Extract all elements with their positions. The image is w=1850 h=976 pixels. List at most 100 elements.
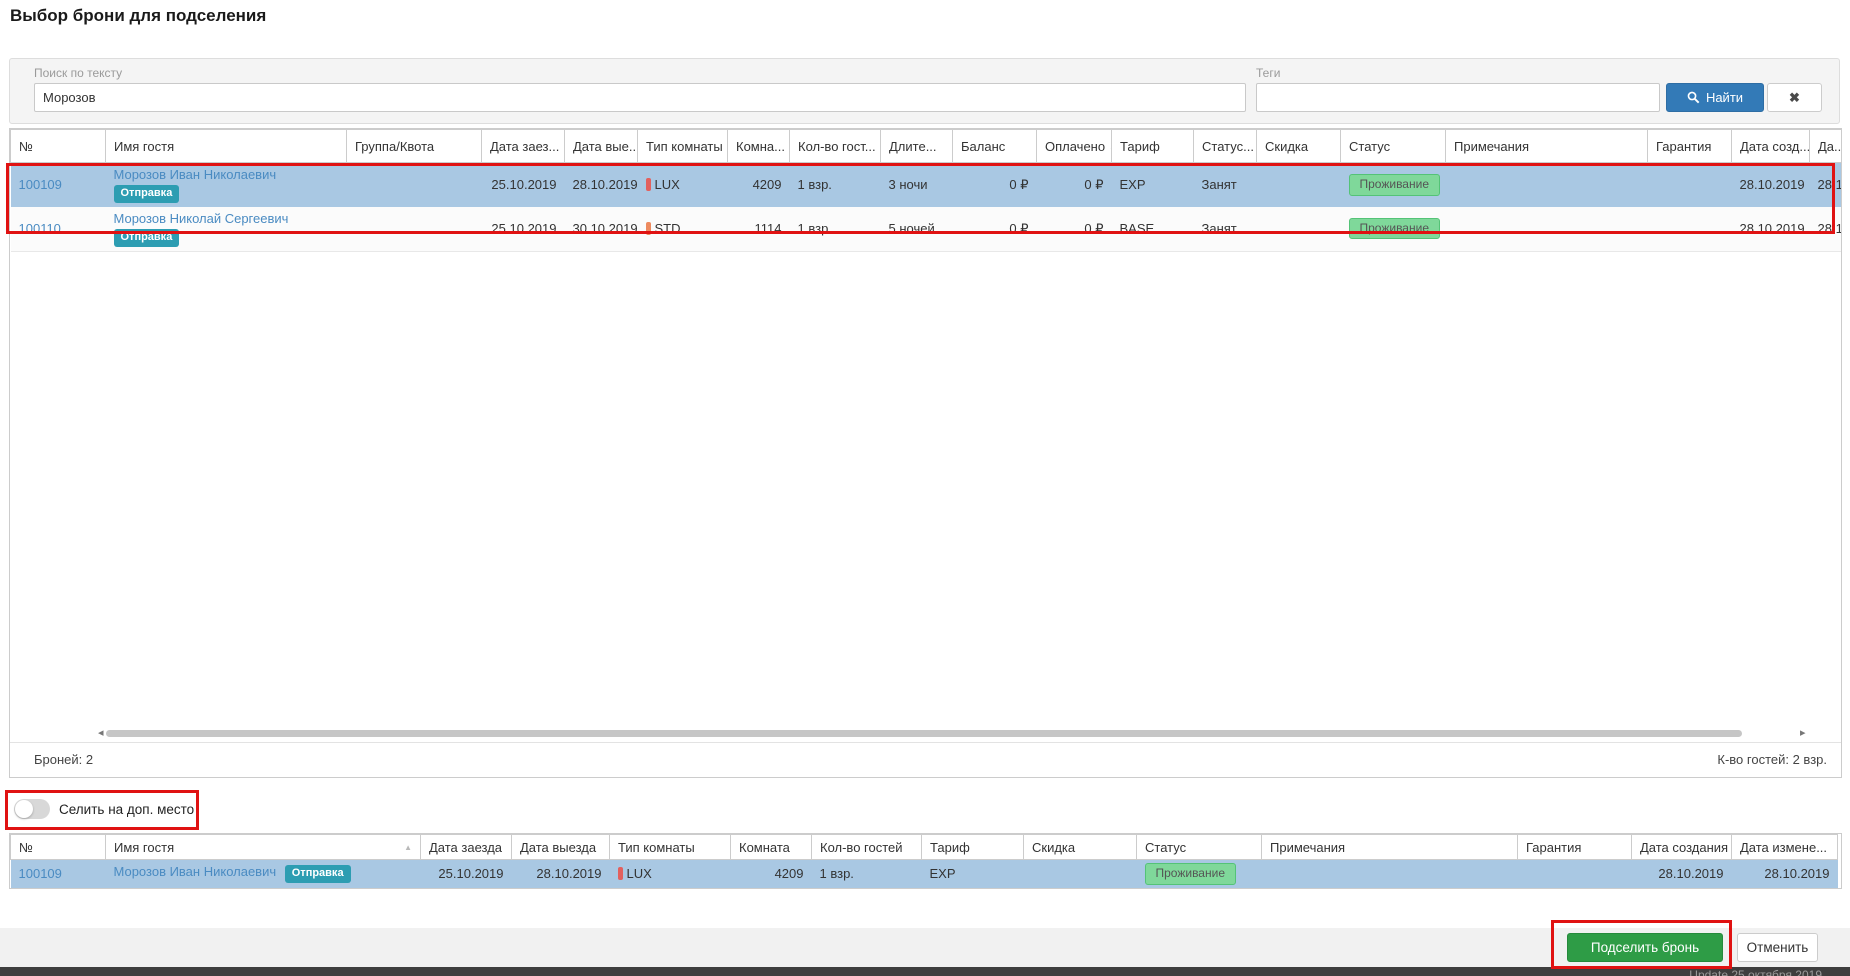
departure-date: 28.10.2019 [512, 860, 610, 888]
extra-bed-toggle[interactable] [14, 799, 50, 819]
room-type: LUX [627, 866, 652, 881]
guests-count: К-во гостей: 2 взр. [1717, 743, 1827, 777]
col-room-type[interactable]: Тип комнаты [610, 835, 731, 860]
scroll-right-icon[interactable]: ▸ [1800, 725, 1806, 741]
guest-count: 1 взр. [812, 860, 922, 888]
duration: 5 ночей [881, 207, 953, 251]
col-room-status[interactable]: Статус... [1194, 130, 1257, 163]
cancel-button[interactable]: Отменить [1737, 933, 1818, 962]
sort-asc-icon: ▲ [404, 843, 412, 852]
modified-date: 28.10.2019 [1810, 207, 1843, 251]
col-departure[interactable]: Дата выезда [512, 835, 610, 860]
send-badge: Отправка [114, 185, 180, 203]
arrival-date: 25.10.2019 [482, 207, 565, 251]
assign-booking-dialog: { "title": "Выбор брони для подселения",… [0, 0, 1850, 976]
stay-status-badge: Проживание [1349, 218, 1441, 240]
col-guest-count[interactable]: Кол-во гостей [812, 835, 922, 860]
paid: 0 ₽ [1037, 207, 1112, 251]
col-arrival[interactable]: Дата заез... [482, 130, 565, 163]
col-tariff[interactable]: Тариф [1112, 130, 1194, 163]
created-date: 28.10.2019 [1632, 860, 1732, 888]
col-guarantee[interactable]: Гарантия [1648, 130, 1732, 163]
col-discount[interactable]: Скидка [1257, 130, 1341, 163]
tariff: EXP [1112, 163, 1194, 207]
col-modified[interactable]: Дата измене... [1732, 835, 1838, 860]
room-type-color-bar [618, 867, 623, 880]
horizontal-scrollbar[interactable]: ◂ ▸ [10, 725, 1841, 742]
tariff: BASE [1112, 207, 1194, 251]
toggle-label: Селить на доп. место [59, 802, 194, 817]
room-number: 4209 [728, 163, 790, 207]
booking-id-link[interactable]: 100109 [19, 177, 62, 192]
balance: 0 ₽ [953, 163, 1037, 207]
duration: 3 ночи [881, 163, 953, 207]
empty-table-area [11, 251, 1843, 685]
col-modified[interactable]: Да... [1810, 130, 1843, 163]
bookings-table: № Имя гостя Группа/Квота Дата заез... Да… [9, 128, 1842, 778]
departure-date: 30.10.2019 [565, 207, 638, 251]
col-guarantee[interactable]: Гарантия [1518, 835, 1632, 860]
room-type-color-bar [646, 222, 651, 235]
arrival-date: 25.10.2019 [421, 860, 512, 888]
booking-row-selected[interactable]: 100109 Морозов Иван Николаевич Отправка … [11, 163, 1843, 207]
created-date: 28.10.2019 [1732, 207, 1810, 251]
col-number[interactable]: № [11, 130, 106, 163]
clear-search-button[interactable]: ✖ [1767, 83, 1822, 112]
bookings-count: Броней: 2 [34, 743, 93, 777]
selected-header-row: № Имя гостя▲ Дата заезда Дата выезда Тип… [11, 835, 1838, 860]
selected-booking-table: № Имя гостя▲ Дата заезда Дата выезда Тип… [9, 833, 1842, 889]
selected-booking-row[interactable]: 100109 Морозов Иван Николаевич Отправка … [11, 860, 1838, 888]
scroll-left-icon[interactable]: ◂ [98, 725, 104, 741]
stay-status-badge: Проживание [1145, 863, 1237, 885]
guest-name-link[interactable]: Морозов Иван Николаевич [114, 864, 277, 879]
confirm-button[interactable]: Подселить бронь [1567, 933, 1723, 962]
col-arrival[interactable]: Дата заезда [421, 835, 512, 860]
find-button[interactable]: Найти [1666, 83, 1764, 112]
col-created[interactable]: Дата созд... [1732, 130, 1810, 163]
room-number: 4209 [731, 860, 812, 888]
table-footer: Броней: 2 К-во гостей: 2 взр. [10, 742, 1841, 777]
col-status[interactable]: Статус [1137, 835, 1262, 860]
search-input-label: Поиск по тексту [34, 66, 122, 80]
col-room-type[interactable]: Тип комнаты [638, 130, 728, 163]
col-guest-name[interactable]: Имя гостя [106, 130, 347, 163]
tags-input[interactable] [1256, 83, 1660, 112]
col-discount[interactable]: Скидка [1024, 835, 1137, 860]
search-input[interactable] [34, 83, 1246, 112]
col-number[interactable]: № [11, 835, 106, 860]
bookings-header-row: № Имя гостя Группа/Квота Дата заез... Да… [11, 130, 1843, 163]
col-departure[interactable]: Дата вые... [565, 130, 638, 163]
guest-name-link[interactable]: Морозов Иван Николаевич [114, 167, 277, 182]
clear-icon: ✖ [1789, 90, 1800, 105]
taskbar-text: Update 25 октября 2019 [1689, 968, 1822, 976]
scrollbar-thumb[interactable] [106, 730, 1742, 737]
send-badge: Отправка [285, 865, 351, 883]
col-duration[interactable]: Длите... [881, 130, 953, 163]
page-title: Выбор брони для подселения [10, 6, 266, 26]
booking-id-link[interactable]: 100109 [19, 866, 62, 881]
col-status[interactable]: Статус [1341, 130, 1446, 163]
search-icon [1687, 91, 1700, 104]
col-room[interactable]: Комната [731, 835, 812, 860]
search-panel: Поиск по тексту Теги Найти ✖ [9, 58, 1840, 124]
col-guest-name[interactable]: Имя гостя▲ [106, 835, 421, 860]
col-tariff[interactable]: Тариф [922, 835, 1024, 860]
guest-name-link[interactable]: Морозов Николай Сергеевич [114, 211, 289, 226]
col-notes[interactable]: Примечания [1262, 835, 1518, 860]
toggle-knob [15, 800, 33, 818]
col-room[interactable]: Комна... [728, 130, 790, 163]
col-balance[interactable]: Баланс [953, 130, 1037, 163]
created-date: 28.10.2019 [1732, 163, 1810, 207]
col-guest-count[interactable]: Кол-во гост... [790, 130, 881, 163]
booking-row[interactable]: 100110 Морозов Николай Сергеевич Отправк… [11, 207, 1843, 251]
modified-date: 28.10.2019 [1810, 163, 1843, 207]
balance: 0 ₽ [953, 207, 1037, 251]
booking-id-link[interactable]: 100110 [19, 221, 61, 236]
room-type: STD [655, 221, 681, 236]
tags-input-label: Теги [1256, 66, 1280, 80]
find-button-label: Найти [1706, 90, 1743, 105]
col-created[interactable]: Дата создания [1632, 835, 1732, 860]
col-group-quota[interactable]: Группа/Квота [347, 130, 482, 163]
col-paid[interactable]: Оплачено▲ [1037, 130, 1112, 163]
col-notes[interactable]: Примечания [1446, 130, 1648, 163]
